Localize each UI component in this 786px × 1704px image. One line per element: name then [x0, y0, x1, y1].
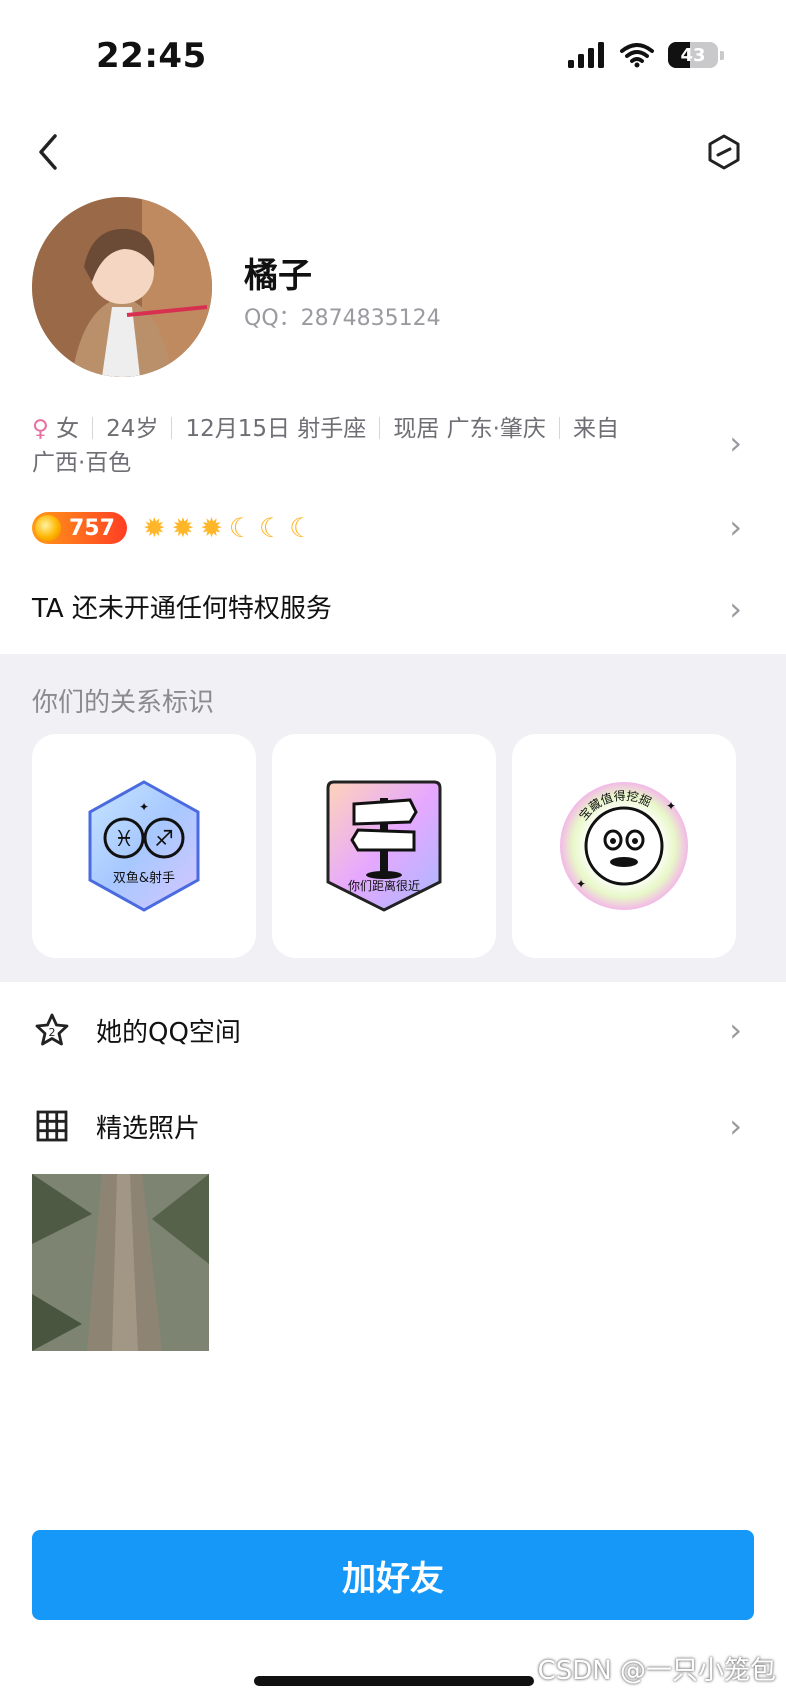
battery-icon: 43	[668, 42, 718, 68]
cellular-signal-icon	[568, 42, 604, 68]
svg-text:✦: ✦	[666, 799, 676, 813]
svg-text:✦: ✦	[139, 800, 149, 814]
sun-icon: ✹	[171, 512, 195, 544]
moon-icon: ☾	[259, 512, 284, 544]
battery-level: 43	[680, 44, 706, 66]
moon-icon: ☾	[289, 512, 314, 544]
level-badge: 757	[32, 512, 127, 544]
birthday-text: 12月15日 射手座	[185, 416, 367, 442]
battery-cap	[720, 50, 724, 60]
status-time: 22:45	[96, 36, 207, 76]
more-hexagon-icon	[708, 134, 740, 170]
watermark: CSDN @一只小笼包	[537, 1656, 776, 1686]
nickname: 橘子	[244, 256, 312, 296]
svg-text:2: 2	[49, 1026, 56, 1039]
treasure-face-badge-icon: 宝藏值得挖掘 ✦ ✦	[560, 782, 688, 910]
level-icons: ✹ ✹ ✹ ☾ ☾ ☾	[143, 513, 314, 544]
chevron-left-icon	[39, 134, 57, 170]
relation-card-zodiac[interactable]: ♓ ♐ ✦ 双鱼&射手	[32, 734, 256, 958]
svg-text:♓: ♓	[114, 827, 134, 852]
level-row[interactable]: 757 ✹ ✹ ✹ ☾ ☾ ☾	[32, 512, 313, 544]
sun-icon: ✹	[200, 512, 223, 544]
gender-text: 女	[56, 416, 80, 442]
qzone-label: 她的QQ空间	[96, 1017, 241, 1048]
relation-card-distance[interactable]: 你们距离很近	[272, 734, 496, 958]
signpost-badge-icon: 你们距离很近	[326, 780, 442, 912]
status-icons: 43	[568, 42, 724, 68]
photos-label: 精选照片	[96, 1113, 201, 1144]
star-icon: 2	[32, 1010, 72, 1050]
hometown-prefix: 来自	[572, 416, 619, 442]
qzone-row[interactable]: 2 她的QQ空间 ›	[0, 994, 786, 1066]
photos-row[interactable]: 精选照片 ›	[0, 1090, 786, 1162]
featured-photo-thumbnail[interactable]	[32, 1174, 209, 1351]
distance-badge-label: 你们距离很近	[348, 878, 420, 893]
profile-info[interactable]: ♀ 女 24岁 12月15日 射手座 现居 广东·肇庆 来自广西·百色	[32, 412, 692, 480]
chevron-right-icon: ›	[729, 1107, 742, 1145]
more-options-button[interactable]	[702, 130, 746, 174]
age-text: 24岁	[106, 416, 159, 442]
female-icon: ♀	[32, 416, 49, 442]
svg-text:✦: ✦	[576, 877, 586, 891]
hometown-text: 广西·百色	[32, 450, 132, 476]
zodiac-badge-icon: ♓ ♐ ✦ 双鱼&射手	[88, 780, 200, 912]
chevron-right-icon[interactable]: ›	[729, 508, 742, 546]
zodiac-badge-label: 双鱼&射手	[113, 870, 175, 886]
privilege-text[interactable]: TA 还未开通任何特权服务	[32, 588, 332, 625]
moon-icon: ☾	[228, 512, 254, 544]
residence-text: 现居 广东·肇庆	[393, 416, 546, 442]
add-friend-button[interactable]: 加好友	[32, 1530, 754, 1620]
home-indicator	[254, 1676, 534, 1686]
wifi-icon	[620, 43, 654, 68]
avatar[interactable]	[32, 197, 212, 377]
level-coin-icon	[35, 515, 61, 541]
relation-title: 你们的关系标识	[32, 688, 215, 718]
qq-number: QQ：2874835124	[244, 306, 441, 331]
avatar-image	[32, 197, 212, 377]
sun-icon: ✹	[142, 512, 166, 544]
chevron-right-icon[interactable]: ›	[729, 424, 742, 462]
grid-icon	[32, 1106, 72, 1146]
svg-text:♐: ♐	[154, 827, 174, 852]
back-button[interactable]	[28, 124, 68, 180]
tree-photo-image	[32, 1174, 209, 1351]
relation-card-treasure[interactable]: 宝藏值得挖掘 ✦ ✦	[512, 734, 736, 958]
chevron-right-icon[interactable]: ›	[729, 590, 742, 628]
level-number: 757	[69, 515, 115, 541]
chevron-right-icon: ›	[729, 1011, 742, 1049]
